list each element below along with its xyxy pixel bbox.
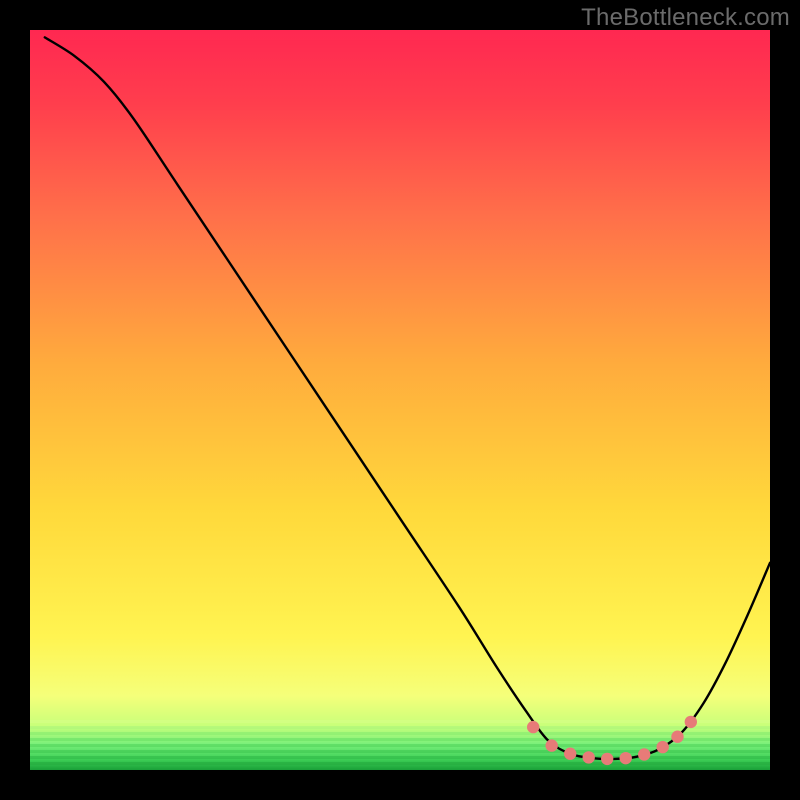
plot-svg [30,30,770,770]
watermark-text: TheBottleneck.com [581,4,790,32]
plot-area [30,30,770,770]
optimal-dot [671,731,683,743]
optimal-dot [657,741,669,753]
optimal-dot [638,748,650,760]
optimal-dot [583,751,595,763]
optimal-dot [527,721,539,733]
heatmap-gradient [30,30,770,770]
chart-frame: TheBottleneck.com [0,0,800,800]
optimal-dot [564,748,576,760]
optimal-dot [685,716,697,728]
optimal-dot [601,753,613,765]
optimal-dot [620,752,632,764]
optimal-dot [546,739,558,751]
